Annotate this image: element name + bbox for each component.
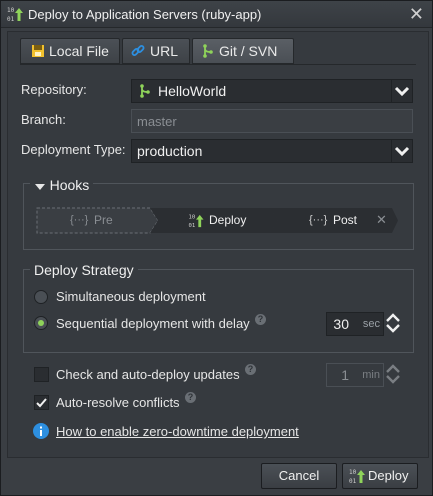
sequential-radio[interactable] (34, 316, 48, 330)
chevron-down-icon[interactable] (391, 140, 412, 162)
post-hook-label[interactable]: Post (333, 213, 357, 227)
simultaneous-radio[interactable] (34, 290, 48, 304)
deploy-button[interactable]: 10 01 Deploy (342, 463, 418, 489)
hooks-header[interactable]: Hooks (30, 177, 94, 193)
svg-text:01: 01 (189, 223, 196, 228)
svg-text:10: 10 (349, 469, 357, 476)
deploy-hook-label[interactable]: Deploy (209, 213, 246, 227)
pre-hook-label[interactable]: Pre (94, 213, 113, 227)
info-icon (33, 423, 49, 439)
delay-unit: sec (362, 318, 380, 330)
deployment-type-value: production (137, 143, 203, 159)
caret-down-icon (35, 183, 45, 190)
deploy-strategy-title: Deploy Strategy (30, 262, 138, 278)
post-hook-code-icon: {···} (309, 214, 328, 226)
delay-stepper[interactable] (384, 311, 402, 335)
sequential-label[interactable]: Sequential deployment with delay (56, 316, 250, 331)
tab-label: Local File (49, 43, 109, 59)
git-icon (203, 44, 213, 58)
link-icon (131, 45, 145, 56)
cancel-button[interactable]: Cancel (261, 463, 337, 489)
zero-downtime-link[interactable]: How to enable zero-downtime deployment (56, 424, 299, 439)
interval-stepper (386, 364, 400, 384)
auto-resolve-checkbox[interactable] (34, 395, 49, 410)
title-bar: 10 01 Deploy to Application Servers (rub… (1, 1, 432, 28)
checkmark-icon (36, 398, 47, 408)
tab-label: URL (150, 43, 179, 59)
chevron-down-icon[interactable] (391, 80, 412, 102)
deploy-dialog: 10 01 Deploy to Application Servers (rub… (0, 0, 433, 496)
tab-url[interactable]: URL (122, 38, 190, 64)
branch-label: Branch: (21, 112, 66, 127)
auto-resolve-label[interactable]: Auto-resolve conflicts (56, 395, 180, 410)
content-panel: Local File URL Git / SVN Repository: Hel… (7, 31, 429, 458)
deploy-icon: 10 01 (7, 7, 23, 22)
branch-field: master (131, 109, 413, 133)
svg-text:10: 10 (189, 215, 196, 221)
deploy-strategy-section (23, 269, 414, 353)
hooks-title: Hooks (49, 177, 90, 193)
interval-unit: min (362, 369, 380, 381)
tab-git-svn[interactable]: Git / SVN (192, 38, 294, 64)
help-icon[interactable]: ? (185, 392, 196, 403)
deploy-icon: 10 01 (189, 215, 204, 228)
help-icon[interactable]: ? (255, 314, 266, 325)
deploy-button-label: Deploy (368, 468, 409, 483)
auto-update-label[interactable]: Check and auto-deploy updates (56, 367, 240, 382)
help-icon[interactable]: ? (245, 364, 256, 375)
auto-update-checkbox[interactable] (34, 367, 49, 382)
svg-text:01: 01 (7, 16, 15, 22)
pre-hook-code-icon: {···} (70, 214, 89, 226)
branch-value: master (137, 114, 177, 129)
dialog-title: Deploy to Application Servers (ruby-app) (28, 7, 262, 22)
deployment-type-label: Deployment Type: (21, 142, 126, 157)
interval-value: 1 (341, 367, 349, 383)
repository-select[interactable]: HelloWorld (131, 79, 413, 103)
tab-label: Git / SVN (219, 43, 278, 59)
deploy-icon: 10 01 (349, 469, 365, 484)
delay-value: 30 (333, 316, 349, 332)
archive-icon (32, 45, 44, 57)
tab-divider (20, 64, 416, 65)
git-icon (140, 84, 150, 98)
repository-label: Repository: (21, 82, 87, 97)
close-icon[interactable]: ✕ (409, 4, 424, 25)
svg-text:10: 10 (7, 7, 15, 14)
tab-local-file[interactable]: Local File (20, 38, 120, 64)
svg-text:01: 01 (349, 478, 357, 484)
remove-post-hook-icon[interactable]: ✕ (376, 212, 387, 228)
repository-value: HelloWorld (158, 83, 227, 99)
delay-input[interactable]: 30 sec (326, 312, 384, 336)
interval-input: 1 min (326, 363, 384, 387)
deployment-type-select[interactable]: production (131, 139, 413, 163)
simultaneous-label[interactable]: Simultaneous deployment (56, 289, 206, 304)
